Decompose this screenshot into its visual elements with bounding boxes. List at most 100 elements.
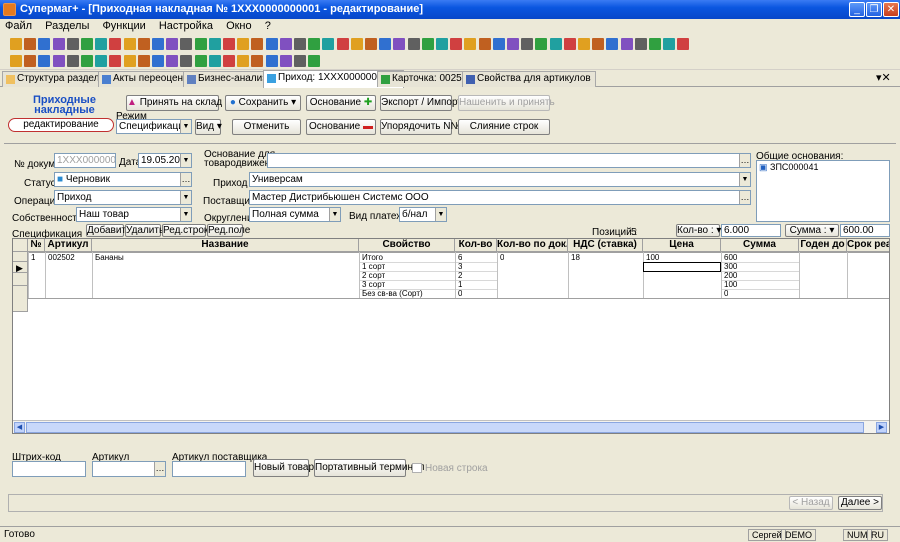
scroll-thumb[interactable]	[26, 422, 864, 433]
cell-prop[interactable]: 3 сорт	[360, 280, 385, 289]
toolbar-icon[interactable]	[663, 38, 676, 50]
toolbar-icon[interactable]	[137, 38, 150, 50]
cell-price-editor[interactable]	[643, 262, 721, 272]
toolbar-icon[interactable]	[436, 38, 448, 50]
toolbar-icon[interactable]	[464, 38, 477, 50]
toolbar-icon[interactable]	[81, 38, 93, 50]
toolbar-icon[interactable]	[81, 55, 93, 67]
cell-prop[interactable]: Без св-ва (Сорт)	[360, 289, 423, 298]
close-button[interactable]: ✕	[883, 2, 899, 17]
cell-qty[interactable]: 1	[456, 280, 462, 289]
tab-close-icon[interactable]: ▾✕	[876, 71, 891, 84]
new-row-checkbox[interactable]	[412, 463, 422, 473]
maximize-button[interactable]: ❐	[866, 2, 882, 17]
toolbar-icon[interactable]	[294, 38, 306, 50]
toolbar-icon[interactable]	[251, 55, 264, 67]
col-header-article[interactable]: Артикул	[45, 239, 92, 252]
cell-qty[interactable]: 2	[456, 271, 462, 280]
cell-qty[interactable]: 0	[456, 289, 462, 298]
toolbar-icon[interactable]	[66, 55, 79, 67]
toolbar-icon[interactable]	[322, 38, 335, 50]
toolbar-icon[interactable]	[194, 55, 207, 67]
toolbar-icon[interactable]	[194, 38, 207, 50]
toolbar-icon[interactable]	[95, 38, 108, 50]
qty-select[interactable]: Кол-во : ▾	[676, 224, 721, 237]
toolbar-icon[interactable]	[38, 38, 51, 50]
toolbar-icon[interactable]	[578, 38, 590, 50]
menu-functions[interactable]: Функции	[97, 19, 150, 33]
toolbar-icon[interactable]	[223, 38, 235, 50]
spec-grid[interactable]: № Артикул Название Свойство Кол-во Кол-в…	[12, 238, 890, 434]
supplier-article-input[interactable]	[172, 461, 246, 477]
portable-terminal-button[interactable]: Портативный терминал	[314, 459, 424, 477]
toolbar-icon[interactable]	[677, 38, 690, 50]
order-rows-button[interactable]: Упорядочить N№	[380, 119, 461, 135]
toolbar-icon[interactable]	[336, 38, 349, 50]
toolbar-icon[interactable]	[38, 55, 51, 67]
toolbar-icon[interactable]	[109, 38, 122, 50]
toolbar-icon[interactable]	[279, 38, 292, 50]
toolbar-icon[interactable]	[208, 38, 221, 50]
article-input[interactable]: …	[92, 461, 166, 477]
toolbar-icon[interactable]	[294, 55, 306, 67]
cell-vat[interactable]: 18	[569, 253, 580, 262]
date-field[interactable]: 19.05.2009 ▼	[138, 153, 192, 168]
toolbar-icon[interactable]	[620, 38, 633, 50]
toolbar-icon[interactable]	[549, 38, 562, 50]
cell-prop[interactable]: Итого	[360, 253, 383, 262]
cell-qty[interactable]: 6	[456, 253, 462, 262]
minimize-button[interactable]: _	[849, 2, 865, 17]
col-header-vat[interactable]: НДС (ставка)	[568, 239, 643, 252]
cell-sum[interactable]: 600	[722, 253, 737, 262]
cell-sum[interactable]: 0	[722, 289, 728, 298]
toolbar-icon[interactable]	[492, 38, 505, 50]
find-accept-button[interactable]: Нашенить и принять	[458, 95, 555, 111]
toolbar-icon[interactable]	[251, 38, 264, 50]
cell-prop[interactable]: 2 сорт	[360, 271, 385, 280]
merge-rows-button[interactable]: Слияние строк	[458, 119, 550, 135]
col-header-name[interactable]: Название	[92, 239, 359, 252]
save-button[interactable]: ● Сохранить ▾	[225, 95, 301, 111]
col-header-price[interactable]: Цена	[643, 239, 721, 252]
toolbar-icon[interactable]	[649, 38, 661, 50]
col-header-sum[interactable]: Сумма	[721, 239, 799, 252]
toolbar-icon[interactable]	[10, 38, 22, 50]
common-basis-item[interactable]: ЗПС000041	[770, 162, 818, 172]
next-button[interactable]: Далее >	[838, 496, 882, 510]
menu-settings[interactable]: Настройка	[154, 19, 218, 33]
toolbar-icon[interactable]	[592, 38, 605, 50]
col-header-no[interactable]: №	[28, 239, 45, 252]
toolbar-icon[interactable]	[265, 38, 278, 50]
menu-window[interactable]: Окно	[221, 19, 257, 33]
cell-article[interactable]: 002502	[46, 253, 75, 262]
cell-prop[interactable]: 1 сорт	[360, 262, 385, 271]
col-header-qty-doc[interactable]: Кол-во по док.	[497, 239, 568, 252]
toolbar-icon[interactable]	[166, 55, 179, 67]
menu-help[interactable]: ?	[260, 19, 276, 33]
toolbar-icon[interactable]	[123, 55, 136, 67]
toolbar-icon[interactable]	[450, 38, 463, 50]
new-product-button[interactable]: Новый товар	[253, 459, 314, 477]
toolbar-icon[interactable]	[24, 38, 37, 50]
supplier-field[interactable]: Мастер Дистрибьюшен Системс ООО…	[249, 190, 751, 205]
cell-sum[interactable]: 100	[722, 280, 737, 289]
toolbar-icon[interactable]	[152, 55, 164, 67]
add-row-button[interactable]: Добавить	[86, 224, 131, 237]
toolbar-icon[interactable]	[52, 38, 65, 50]
back-button[interactable]: < Назад	[789, 496, 833, 510]
toolbar-icon[interactable]	[24, 55, 37, 67]
toolbar-icon[interactable]	[308, 38, 321, 50]
toolbar-icon[interactable]	[507, 38, 519, 50]
cell-price[interactable]: 100	[644, 253, 659, 262]
toolbar-icon[interactable]	[535, 38, 548, 50]
delete-row-button[interactable]: Удалить	[125, 224, 164, 237]
toolbar-icon[interactable]	[109, 55, 122, 67]
toolbar-icon[interactable]	[521, 38, 534, 50]
toolbar-icon[interactable]	[265, 55, 278, 67]
edit-row-button[interactable]: Ред.строку	[162, 224, 213, 237]
cancel-button[interactable]: Отменить	[232, 119, 301, 135]
toolbar-icon[interactable]	[223, 55, 235, 67]
export-import-button[interactable]: Экспорт / Импорт	[380, 95, 462, 111]
col-header-term[interactable]: Срок реа	[847, 239, 889, 252]
toolbar-icon[interactable]	[563, 38, 576, 50]
